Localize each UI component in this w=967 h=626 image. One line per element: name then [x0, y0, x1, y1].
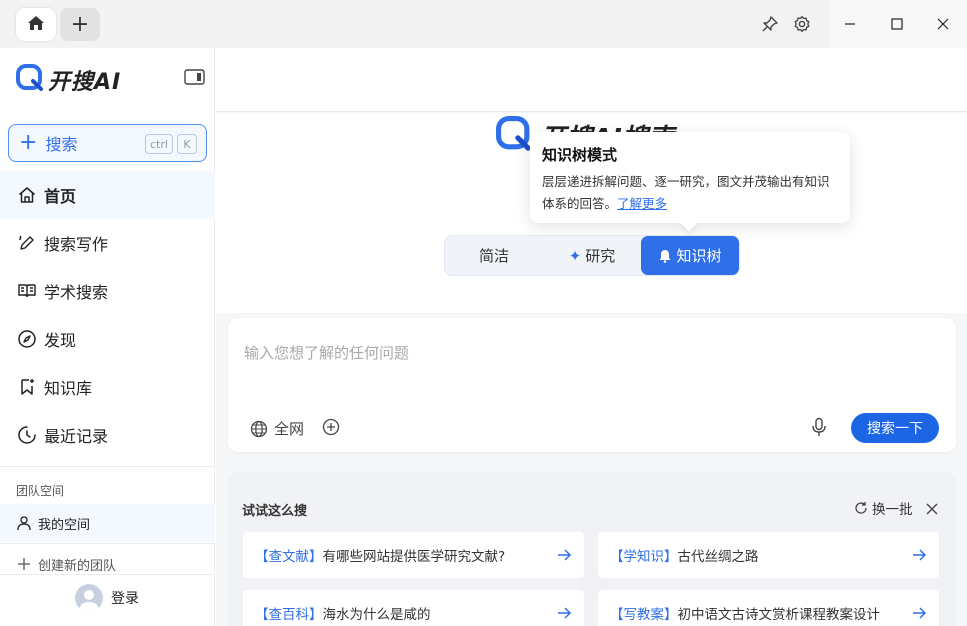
suggestion-tag: 【查文献】	[255, 549, 323, 565]
refresh-icon	[854, 501, 868, 515]
tooltip-title: 知识树模式	[542, 146, 618, 164]
sidebar: 开搜AI + 搜索 ctrl K 首页 搜索写作 学术搜索 发现 知识库 最近记…	[0, 48, 215, 626]
tooltip-desc: 层层递进拆解问题、逐一研究，图文并茂输出有知识体系的回答。了解更多	[542, 171, 838, 215]
pen-icon	[16, 232, 38, 254]
nav-item-home[interactable]: 首页	[0, 171, 215, 219]
arrow-right-icon	[556, 605, 572, 625]
microphone-icon[interactable]	[810, 417, 828, 441]
nav-item-knowledge-base[interactable]: 知识库	[0, 363, 215, 411]
logo[interactable]: 开搜AI	[16, 64, 121, 96]
team-section-label: 团队空间	[16, 484, 65, 498]
mode-label: 简洁	[478, 247, 509, 265]
nav-label: 发现	[44, 331, 77, 350]
maximize-icon[interactable]	[887, 14, 907, 34]
suggestions-title: 试试这么搜	[242, 504, 308, 519]
search-submit-button[interactable]: 搜索一下	[851, 413, 939, 443]
add-circle-icon[interactable]	[322, 418, 340, 440]
scope-label: 全网	[274, 420, 305, 438]
arrow-right-icon	[911, 547, 927, 567]
suggestion-text: 有哪些网站提供医学研究文献?	[322, 549, 506, 565]
nav-label: 知识库	[44, 379, 93, 398]
logo-text: 开搜AI	[48, 70, 122, 95]
minimize-icon[interactable]	[840, 14, 860, 34]
new-search-button[interactable]: + 搜索 ctrl K	[8, 124, 207, 162]
main-header	[216, 48, 967, 112]
nav-label: 学术搜索	[44, 283, 109, 302]
divider	[0, 543, 215, 544]
main-content: 开搜AI搜索 知识树模式 层层递进拆解问题、逐一研究，图文并茂输出有知识体系的回…	[216, 48, 967, 626]
history-icon	[16, 424, 38, 446]
mode-knowledge-tree[interactable]: 知识树	[641, 236, 739, 275]
sparkle-icon: ✦	[568, 246, 582, 265]
arrow-right-icon	[556, 547, 572, 567]
plus-icon: +	[19, 130, 38, 155]
suggestion-item[interactable]: 【查文献】 有哪些网站提供医学研究文献?	[243, 532, 584, 578]
suggestions-panel: 试试这么搜 换一批 【查文献】 有哪些网站提供医学研究文献? 【学知识】 古代丝…	[228, 472, 956, 626]
shortcut-k: K	[177, 134, 197, 154]
nav-label: 首页	[44, 187, 77, 206]
bell-icon	[658, 249, 672, 263]
avatar	[75, 584, 103, 612]
title-bar: +	[0, 0, 967, 48]
create-team-item[interactable]: 创建新的团队	[0, 545, 215, 583]
pin-icon[interactable]	[760, 14, 780, 34]
search-button-label: 搜索	[45, 135, 78, 154]
logo-icon	[16, 64, 44, 96]
suggestion-tag: 【写教案】	[610, 607, 678, 623]
mode-switcher: 简洁 ✦ 研究 知识树	[444, 235, 740, 276]
refresh-label: 换一批	[872, 502, 913, 518]
arrow-right-icon	[911, 605, 927, 625]
nav-label: 搜索写作	[44, 235, 109, 254]
mode-research[interactable]: ✦ 研究	[543, 236, 641, 275]
logo-icon	[495, 116, 532, 156]
my-space-label: 我的空间	[38, 517, 91, 533]
user-icon	[16, 515, 32, 531]
close-icon[interactable]	[926, 500, 938, 519]
suggestion-item[interactable]: 【学知识】 古代丝绸之路	[598, 532, 939, 578]
mode-concise[interactable]: 简洁	[445, 236, 543, 275]
search-input-box[interactable]: 输入您想了解的任何问题 全网 搜索一下	[228, 318, 956, 452]
mode-label: 知识树	[676, 247, 722, 265]
nav-item-academic[interactable]: 学术搜索	[0, 267, 215, 315]
login-label: 登录	[111, 591, 139, 607]
mode-label: 研究	[585, 247, 616, 265]
login-button[interactable]: 登录	[75, 584, 139, 612]
create-team-label: 创建新的团队	[38, 558, 117, 574]
gear-icon[interactable]	[792, 14, 812, 34]
nav-item-discover[interactable]: 发现	[0, 315, 215, 363]
suggestion-text: 海水为什么是咸的	[322, 607, 431, 623]
sidebar-collapse-icon[interactable]	[184, 68, 206, 90]
suggestion-tag: 【学知识】	[610, 549, 678, 565]
search-input-placeholder[interactable]: 输入您想了解的任何问题	[244, 342, 409, 363]
nav-label: 最近记录	[44, 427, 109, 446]
suggestion-tag: 【查百科】	[255, 607, 323, 623]
my-space-item[interactable]: 我的空间	[0, 504, 215, 542]
home-icon	[16, 184, 38, 206]
plus-icon	[16, 556, 32, 572]
scope-selector[interactable]: 全网	[250, 418, 304, 439]
suggestion-item[interactable]: 【查百科】 海水为什么是咸的	[243, 590, 584, 626]
new-tab-button[interactable]: +	[60, 8, 100, 41]
globe-icon	[250, 420, 268, 438]
mode-tooltip: 知识树模式 层层递进拆解问题、逐一研究，图文并茂输出有知识体系的回答。了解更多	[530, 132, 850, 232]
suggestion-item[interactable]: 【写教案】 初中语文古诗文赏析课程教案设计	[598, 590, 939, 626]
home-icon	[26, 13, 46, 37]
nav-item-search-writing[interactable]: 搜索写作	[0, 219, 215, 267]
learn-more-link[interactable]: 了解更多	[617, 196, 667, 211]
nav-item-history[interactable]: 最近记录	[0, 411, 215, 459]
bookmark-icon	[16, 376, 38, 398]
suggestion-text: 古代丝绸之路	[677, 549, 759, 565]
home-tab-button[interactable]	[16, 8, 56, 41]
compass-icon	[16, 328, 38, 350]
window-controls	[830, 0, 967, 48]
tooltip-desc-text: 层层递进拆解问题、逐一研究，图文并茂输出有知识体系的回答。	[542, 174, 830, 211]
refresh-button[interactable]: 换一批	[854, 498, 913, 518]
divider	[0, 574, 215, 575]
divider	[0, 466, 215, 467]
suggestion-text: 初中语文古诗文赏析课程教案设计	[677, 607, 881, 623]
book-icon	[16, 280, 38, 302]
shortcut-ctrl: ctrl	[145, 134, 173, 154]
close-icon[interactable]	[933, 14, 953, 34]
